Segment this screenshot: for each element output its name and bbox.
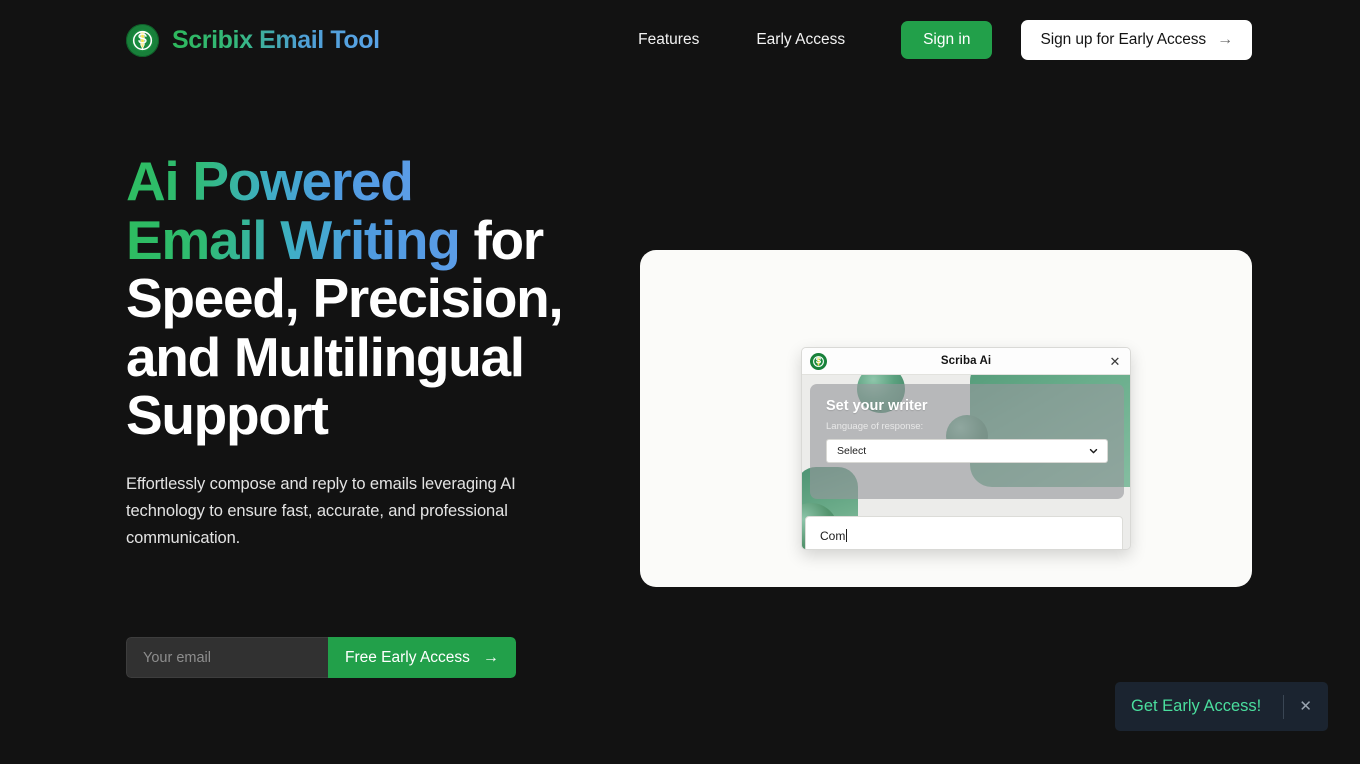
sign-up-early-access-button[interactable]: Sign up for Early Access → xyxy=(1021,20,1252,60)
headline-gradient-line-1: Ai Powered xyxy=(126,150,414,212)
hero-section: Ai Powered Email Writing for Speed, Preci… xyxy=(126,152,596,552)
popup-title: Scriba Ai xyxy=(940,355,992,367)
product-demo-card: Scriba Ai ✕ Set your writer Language of … xyxy=(640,250,1252,587)
popup-titlebar: Scriba Ai ✕ xyxy=(802,348,1130,375)
free-early-access-label: Free Early Access xyxy=(345,648,470,666)
nav-link-early-access[interactable]: Early Access xyxy=(744,23,857,57)
toast-divider xyxy=(1283,694,1285,719)
language-of-response-label: Language of response: xyxy=(826,421,924,432)
early-access-toast[interactable]: Get Early Access! ✕ xyxy=(1115,682,1328,731)
free-early-access-button[interactable]: Free Early Access → xyxy=(328,637,516,678)
panel-heading: Set your writer xyxy=(826,398,928,414)
prompt-input[interactable]: Com xyxy=(805,516,1123,549)
email-input[interactable] xyxy=(126,637,328,678)
chevron-down-icon xyxy=(1089,448,1098,454)
hero-subtitle: Effortlessly compose and reply to emails… xyxy=(126,474,516,547)
dollar-pencil-icon xyxy=(810,352,827,370)
sign-up-label: Sign up for Early Access xyxy=(1040,31,1207,48)
brand-logo-link[interactable]: Scribix Email Tool xyxy=(126,23,380,57)
headline-gradient-line-2: Email Writing xyxy=(126,208,461,271)
early-access-signup-form: Free Early Access → xyxy=(126,637,516,678)
set-writer-panel: Set your writer Language of response: Se… xyxy=(810,384,1124,499)
scriba-ai-popup: Scriba Ai ✕ Set your writer Language of … xyxy=(801,347,1131,550)
close-icon[interactable]: ✕ xyxy=(1107,353,1123,369)
text-cursor xyxy=(846,529,848,542)
dollar-pencil-icon xyxy=(126,23,159,57)
brand-name: Scribix Email Tool xyxy=(172,25,380,54)
arrow-right-icon: → xyxy=(482,648,499,666)
toast-message: Get Early Access! xyxy=(1131,697,1262,715)
close-icon[interactable]: ✕ xyxy=(1297,697,1314,716)
arrow-right-icon: → xyxy=(1217,31,1233,48)
page-title: Ai Powered Email Writing for Speed, Preci… xyxy=(126,152,596,445)
language-select[interactable]: Select xyxy=(826,439,1108,463)
language-select-value: Select xyxy=(837,445,867,457)
popup-body: Set your writer Language of response: Se… xyxy=(802,375,1130,549)
site-header: Scribix Email Tool Features Early Access… xyxy=(0,0,1360,80)
nav-link-features[interactable]: Features xyxy=(626,23,711,57)
sign-in-button[interactable]: Sign in xyxy=(901,21,993,59)
prompt-input-value: Com xyxy=(820,528,846,543)
main-navigation: Features Early Access Sign in Sign up fo… xyxy=(626,20,1252,60)
